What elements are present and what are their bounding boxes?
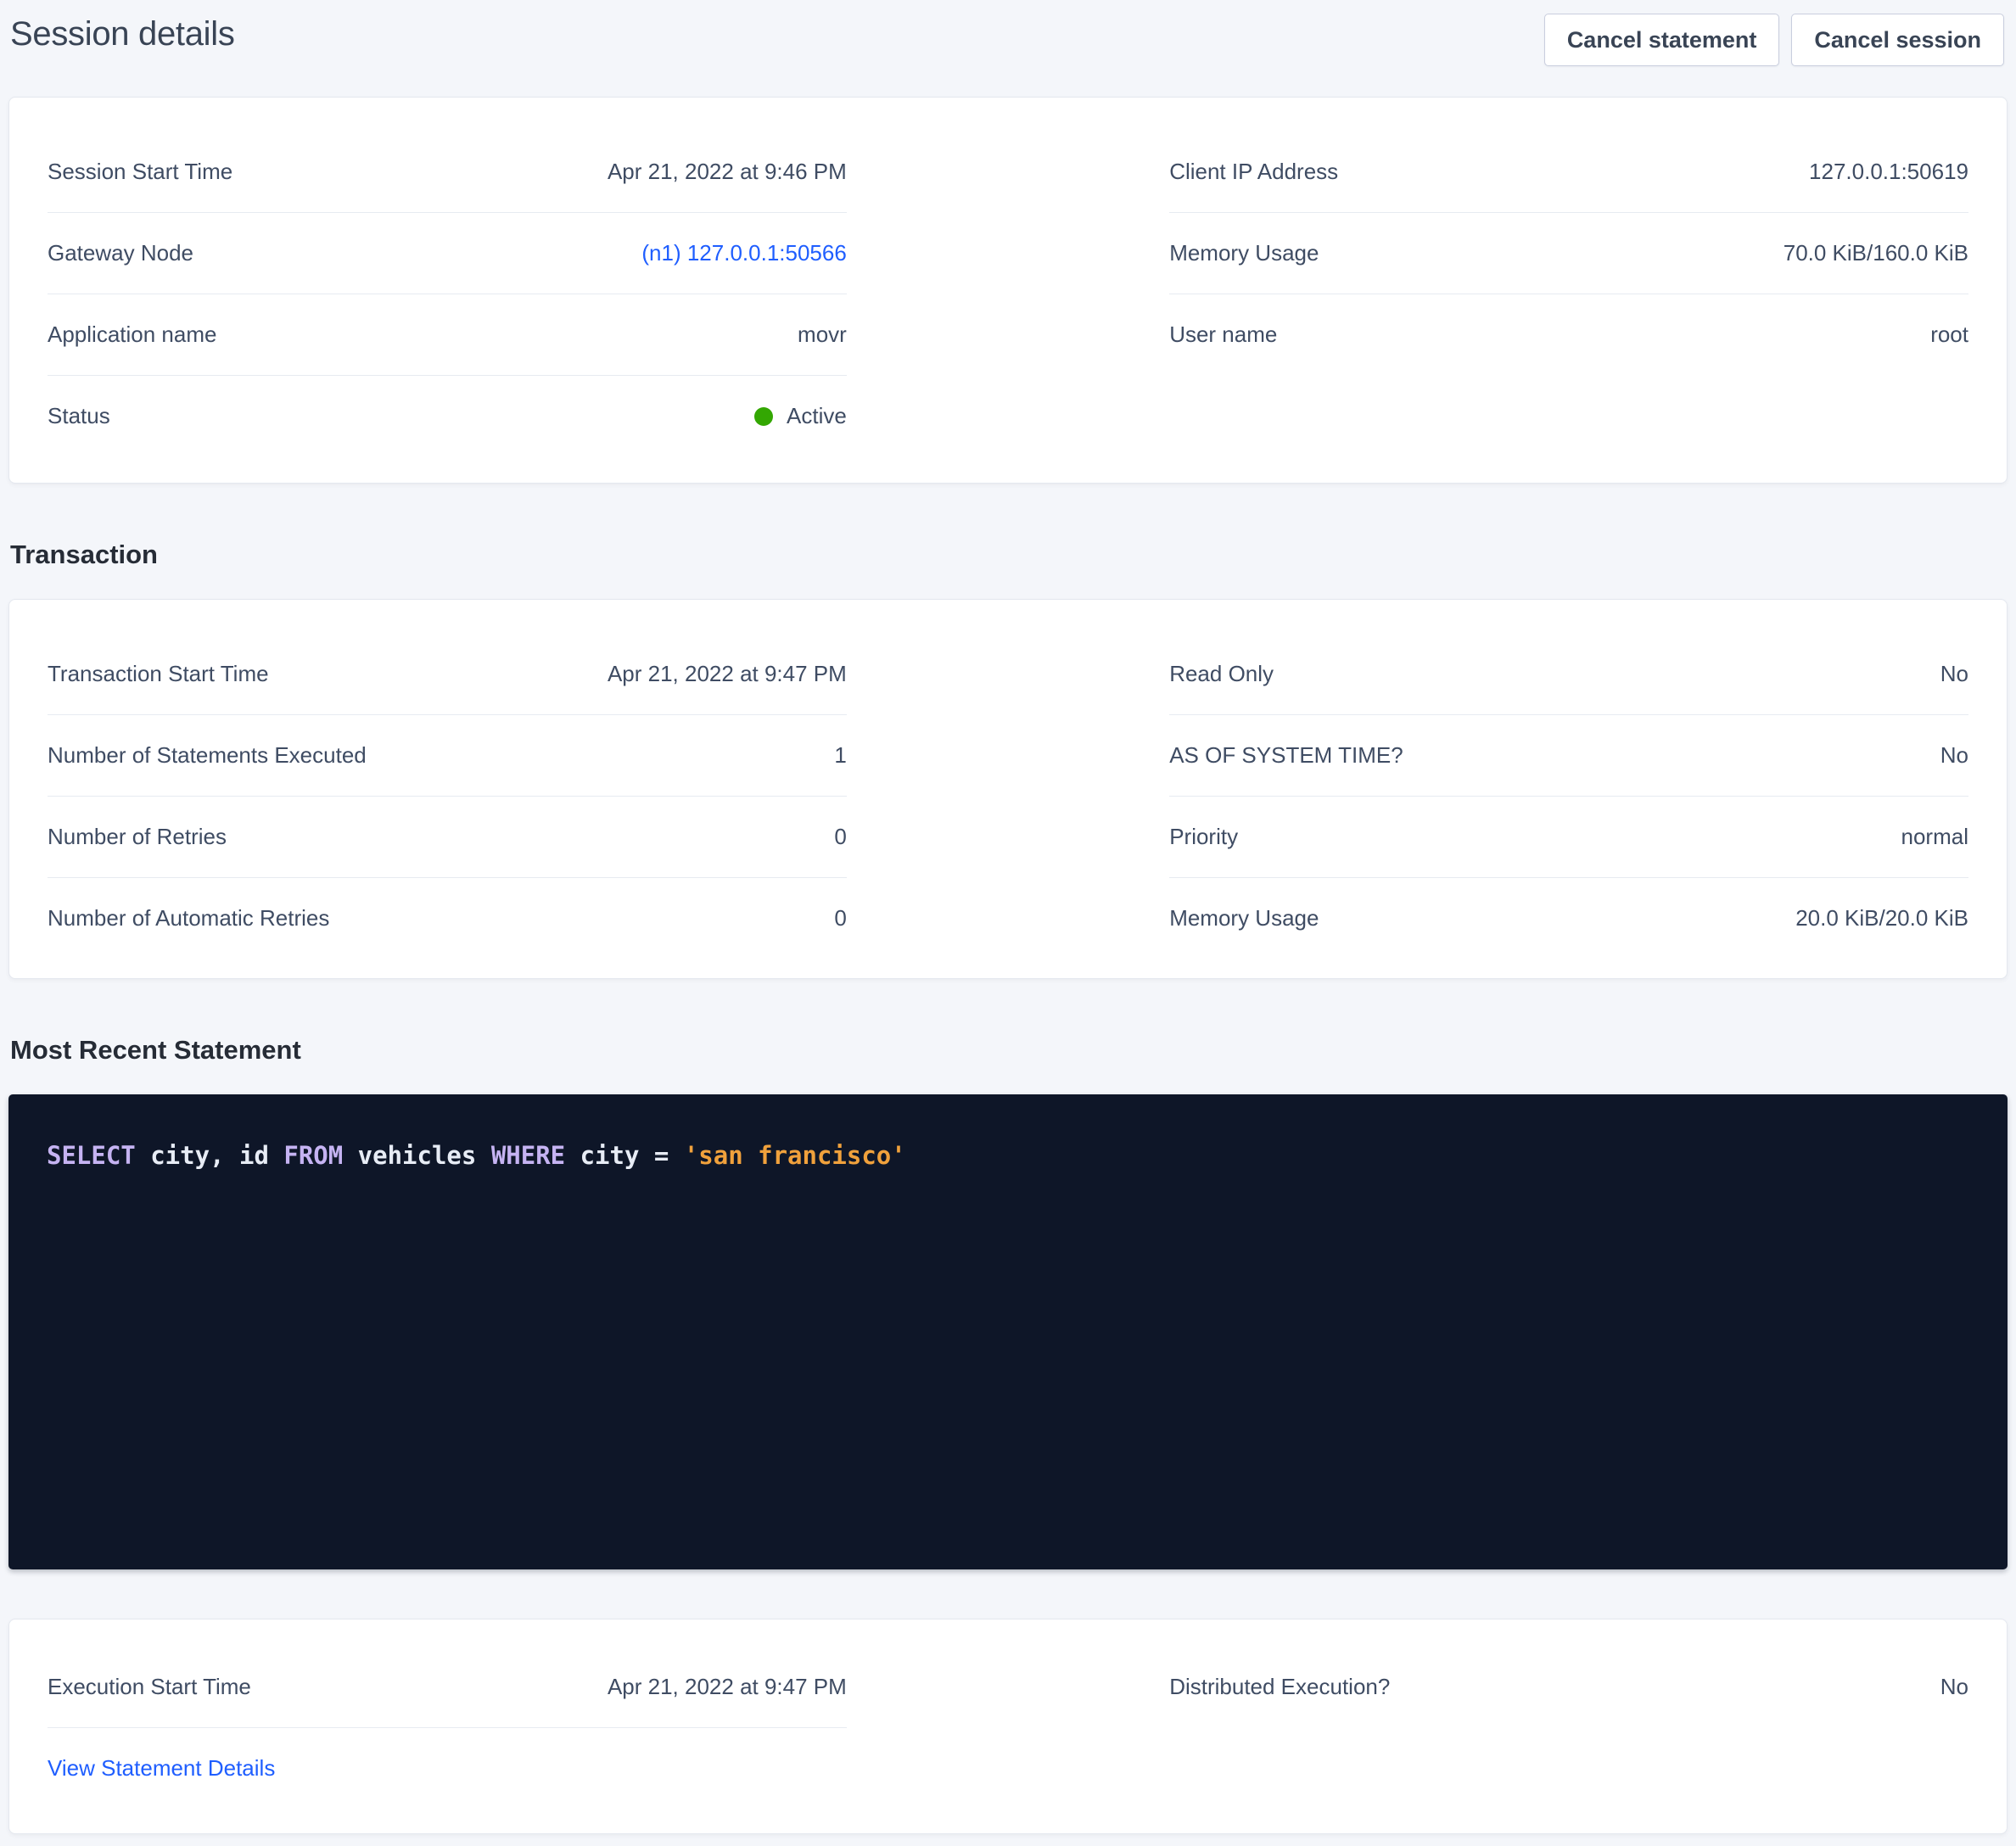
distributed-execution-label: Distributed Execution? [1169, 1674, 1390, 1700]
statement-section-heading: Most Recent Statement [10, 1033, 2016, 1067]
header-actions: Cancel statement Cancel session [1544, 14, 2004, 66]
retries-value: 0 [834, 824, 846, 850]
priority-row: Priority normal [1169, 797, 1968, 878]
as-of-system-time-row: AS OF SYSTEM TIME? No [1169, 715, 1968, 797]
statements-executed-row: Number of Statements Executed 1 [48, 715, 847, 797]
transaction-section-heading: Transaction [10, 538, 2016, 572]
distributed-execution-row: Distributed Execution? No [1169, 1647, 1968, 1728]
transaction-start-time-label: Transaction Start Time [48, 661, 269, 687]
gateway-node-link[interactable]: (n1) 127.0.0.1:50566 [641, 240, 846, 266]
session-memory-usage-label: Memory Usage [1169, 240, 1319, 266]
user-name-row: User name root [1169, 294, 1968, 376]
session-summary-left-column: Session Start Time Apr 21, 2022 at 9:46 … [48, 131, 847, 457]
priority-value: normal [1901, 824, 1968, 850]
status-active-text: Active [787, 403, 847, 429]
session-memory-usage-value: 70.0 KiB/160.0 KiB [1784, 240, 1968, 266]
application-name-value: movr [798, 322, 847, 348]
session-start-time-value: Apr 21, 2022 at 9:46 PM [608, 159, 847, 185]
transaction-start-time-row: Transaction Start Time Apr 21, 2022 at 9… [48, 634, 847, 715]
sql-statement-box: SELECT city, id FROM vehicles WHERE city… [8, 1094, 2008, 1569]
sql-keyword: SELECT [47, 1141, 136, 1170]
status-value: Active [754, 403, 847, 429]
application-name-label: Application name [48, 322, 216, 348]
sql-statement-text: SELECT city, id FROM vehicles WHERE city… [47, 1138, 1969, 1172]
execution-left-column: Execution Start Time Apr 21, 2022 at 9:4… [48, 1647, 847, 1810]
priority-label: Priority [1169, 824, 1238, 850]
session-summary-card: Session Start Time Apr 21, 2022 at 9:46 … [8, 97, 2008, 484]
view-statement-details-link[interactable]: View Statement Details [48, 1755, 275, 1782]
session-start-time-row: Session Start Time Apr 21, 2022 at 9:46 … [48, 131, 847, 213]
page-header: Session details Cancel statement Cancel … [0, 0, 2016, 75]
read-only-value: No [1940, 661, 1968, 687]
automatic-retries-label: Number of Automatic Retries [48, 905, 329, 931]
gateway-node-row: Gateway Node (n1) 127.0.0.1:50566 [48, 213, 847, 294]
user-name-label: User name [1169, 322, 1277, 348]
session-details-page: Session details Cancel statement Cancel … [0, 0, 2016, 1846]
automatic-retries-row: Number of Automatic Retries 0 [48, 878, 847, 959]
sql-text: vehicles [343, 1141, 491, 1170]
distributed-execution-value: No [1940, 1674, 1968, 1700]
session-summary-right-column: Client IP Address 127.0.0.1:50619 Memory… [1169, 131, 1968, 457]
execution-start-time-row: Execution Start Time Apr 21, 2022 at 9:4… [48, 1647, 847, 1728]
client-ip-value: 127.0.0.1:50619 [1809, 159, 1968, 185]
transaction-right-column: Read Only No AS OF SYSTEM TIME? No Prior… [1169, 634, 1968, 959]
transaction-start-time-value: Apr 21, 2022 at 9:47 PM [608, 661, 847, 687]
retries-label: Number of Retries [48, 824, 227, 850]
status-label: Status [48, 403, 110, 429]
read-only-label: Read Only [1169, 661, 1274, 687]
execution-right-column: Distributed Execution? No [1169, 1647, 1968, 1810]
transaction-left-column: Transaction Start Time Apr 21, 2022 at 9… [48, 634, 847, 959]
status-active-icon [754, 407, 773, 426]
transaction-card: Transaction Start Time Apr 21, 2022 at 9… [8, 599, 2008, 979]
session-start-time-label: Session Start Time [48, 159, 232, 185]
read-only-row: Read Only No [1169, 634, 1968, 715]
sql-text: city, id [136, 1141, 284, 1170]
as-of-system-time-value: No [1940, 742, 1968, 769]
client-ip-label: Client IP Address [1169, 159, 1338, 185]
status-row: Status Active [48, 376, 847, 457]
automatic-retries-value: 0 [834, 905, 846, 931]
transaction-memory-usage-row: Memory Usage 20.0 KiB/20.0 KiB [1169, 878, 1968, 959]
sql-keyword: WHERE [491, 1141, 565, 1170]
sql-string: 'san francisco' [684, 1141, 906, 1170]
session-memory-usage-row: Memory Usage 70.0 KiB/160.0 KiB [1169, 213, 1968, 294]
transaction-memory-usage-value: 20.0 KiB/20.0 KiB [1795, 905, 1968, 931]
client-ip-row: Client IP Address 127.0.0.1:50619 [1169, 131, 1968, 213]
execution-start-time-label: Execution Start Time [48, 1674, 251, 1700]
cancel-session-button[interactable]: Cancel session [1791, 14, 2004, 66]
page-title: Session details [10, 15, 235, 53]
sql-keyword: FROM [283, 1141, 343, 1170]
transaction-memory-usage-label: Memory Usage [1169, 905, 1319, 931]
sql-text: city = [565, 1141, 684, 1170]
statement-execution-card: Execution Start Time Apr 21, 2022 at 9:4… [8, 1619, 2008, 1834]
as-of-system-time-label: AS OF SYSTEM TIME? [1169, 742, 1403, 769]
application-name-row: Application name movr [48, 294, 847, 376]
gateway-node-label: Gateway Node [48, 240, 193, 266]
statements-executed-label: Number of Statements Executed [48, 742, 367, 769]
statements-executed-value: 1 [834, 742, 846, 769]
retries-row: Number of Retries 0 [48, 797, 847, 878]
view-statement-details-row: View Statement Details [48, 1728, 847, 1810]
cancel-statement-button[interactable]: Cancel statement [1544, 14, 1780, 66]
execution-start-time-value: Apr 21, 2022 at 9:47 PM [608, 1674, 847, 1700]
user-name-value: root [1930, 322, 1968, 348]
